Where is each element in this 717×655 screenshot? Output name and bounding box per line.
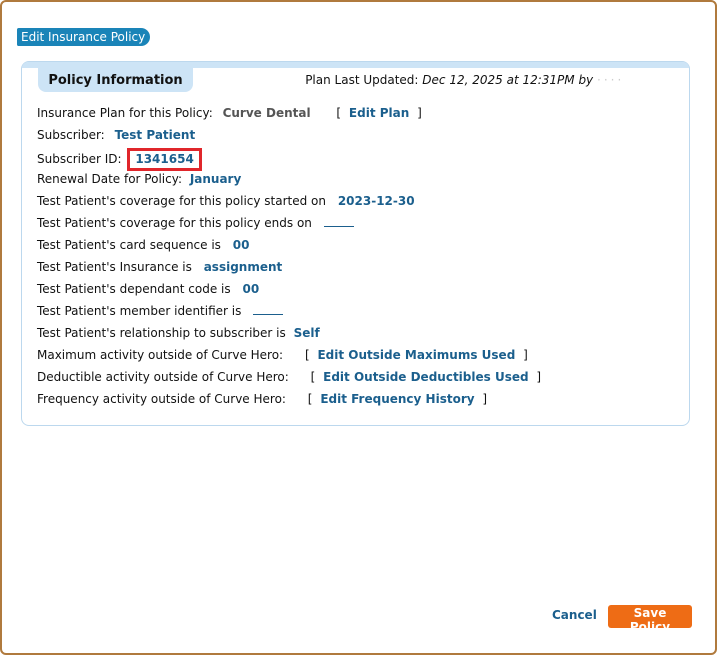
dependant-code-label: Test Patient's dependant code is	[37, 282, 231, 296]
row-card-sequence: Test Patient's card sequence is 00	[37, 236, 249, 254]
edit-policy-dialog: Edit Insurance Policy Policy Information…	[0, 0, 717, 655]
subscriber-link[interactable]: Test Patient	[115, 128, 196, 142]
last-updated-user-blurred: ····	[597, 73, 625, 87]
insurance-plan-value: Curve Dental	[222, 106, 311, 120]
row-subscriber: Subscriber: Test Patient	[37, 126, 195, 144]
last-updated-label: Plan Last Updated:	[305, 73, 419, 87]
relationship-value[interactable]: Self	[294, 326, 320, 340]
row-insurance-plan: Insurance Plan for this Policy: Curve De…	[37, 106, 422, 120]
renewal-date-label: Renewal Date for Policy:	[37, 172, 182, 186]
edit-plan-link[interactable]: Edit Plan	[349, 106, 409, 120]
row-deductible-activity: Deductible activity outside of Curve Her…	[37, 370, 542, 384]
subscriber-id-value: 1341654	[135, 152, 194, 166]
row-maximum-activity: Maximum activity outside of Curve Hero: …	[37, 348, 528, 362]
row-renewal-date: Renewal Date for Policy: January	[37, 170, 241, 188]
dialog-title: Edit Insurance Policy	[17, 28, 151, 46]
row-relationship: Test Patient's relationship to subscribe…	[37, 324, 320, 342]
coverage-end-label: Test Patient's coverage for this policy …	[37, 216, 312, 230]
edit-outside-deductibles-link[interactable]: Edit Outside Deductibles Used	[323, 370, 528, 384]
coverage-end-empty-link[interactable]	[323, 216, 354, 227]
subscriber-id-highlight-box: 1341654	[127, 148, 202, 171]
row-dependant-code: Test Patient's dependant code is 00	[37, 280, 259, 298]
row-coverage-end: Test Patient's coverage for this policy …	[37, 214, 354, 232]
edit-frequency-history-link[interactable]: Edit Frequency History	[320, 392, 474, 406]
card-sequence-value[interactable]: 00	[233, 238, 250, 252]
frequency-activity-label: Frequency activity outside of Curve Hero…	[37, 392, 286, 406]
member-identifier-empty-link[interactable]	[253, 304, 284, 315]
insurance-assignment-value[interactable]: assignment	[204, 260, 283, 274]
row-member-identifier: Test Patient's member identifier is	[37, 302, 284, 320]
deductible-activity-label: Deductible activity outside of Curve Her…	[37, 370, 289, 384]
save-policy-button[interactable]: Save Policy	[608, 605, 692, 634]
insurance-assignment-label: Test Patient's Insurance is	[37, 260, 192, 274]
card-sequence-label: Test Patient's card sequence is	[37, 238, 221, 252]
maximum-activity-label: Maximum activity outside of Curve Hero:	[37, 348, 284, 362]
row-subscriber-id: Subscriber ID: 1341654	[37, 148, 202, 171]
relationship-label: Test Patient's relationship to subscribe…	[37, 326, 286, 340]
dependant-code-value[interactable]: 00	[242, 282, 259, 296]
policy-information-panel: Policy Information Plan Last Updated: De…	[21, 61, 690, 426]
cancel-button[interactable]: Cancel	[552, 608, 597, 622]
row-frequency-activity: Frequency activity outside of Curve Hero…	[37, 392, 488, 406]
last-updated-value: Dec 12, 2025 at 12:31PM by	[422, 73, 594, 87]
row-coverage-start: Test Patient's coverage for this policy …	[37, 192, 415, 210]
subscriber-label: Subscriber:	[37, 128, 105, 142]
insurance-plan-label: Insurance Plan for this Policy:	[37, 106, 213, 120]
panel-tab-label: Policy Information	[38, 68, 193, 92]
coverage-start-label: Test Patient's coverage for this policy …	[37, 194, 326, 208]
plan-last-updated: Plan Last Updated: Dec 12, 2025 at 12:31…	[305, 73, 632, 87]
row-insurance-assignment: Test Patient's Insurance is assignment	[37, 258, 282, 276]
edit-outside-maximums-link[interactable]: Edit Outside Maximums Used	[317, 348, 515, 362]
member-identifier-label: Test Patient's member identifier is	[37, 304, 242, 318]
coverage-start-value[interactable]: 2023-12-30	[338, 194, 415, 208]
renewal-date-value[interactable]: January	[190, 172, 242, 186]
subscriber-id-label: Subscriber ID:	[37, 152, 122, 166]
